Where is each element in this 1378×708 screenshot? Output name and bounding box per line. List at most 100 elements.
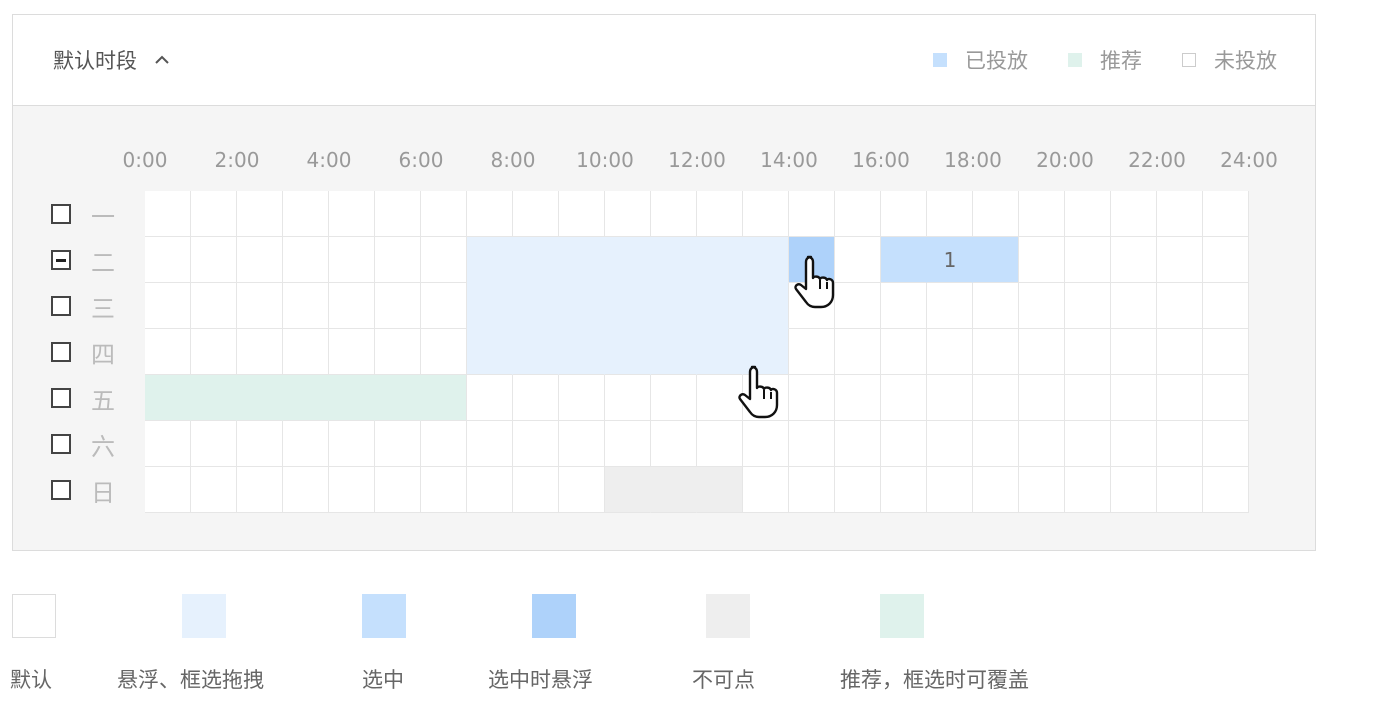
time-cell[interactable] — [421, 237, 467, 283]
time-cell[interactable] — [191, 237, 237, 283]
time-cell[interactable] — [191, 467, 237, 513]
time-cell[interactable] — [927, 283, 973, 329]
time-cell[interactable] — [145, 467, 191, 513]
time-cell[interactable] — [559, 237, 605, 283]
time-cell[interactable] — [973, 191, 1019, 237]
time-cell[interactable] — [1019, 191, 1065, 237]
time-cell[interactable] — [145, 283, 191, 329]
time-cell[interactable] — [1203, 283, 1249, 329]
time-cell[interactable] — [1157, 375, 1203, 421]
time-cell[interactable] — [1203, 467, 1249, 513]
time-cell[interactable] — [927, 421, 973, 467]
time-cell[interactable] — [1111, 467, 1157, 513]
time-cell[interactable] — [1111, 283, 1157, 329]
time-cell[interactable] — [1157, 329, 1203, 375]
time-cell[interactable] — [1065, 191, 1111, 237]
day-checkbox[interactable] — [51, 250, 71, 270]
time-cell[interactable] — [789, 191, 835, 237]
time-cell[interactable] — [421, 329, 467, 375]
time-cell[interactable] — [605, 329, 651, 375]
time-cell[interactable] — [467, 467, 513, 513]
time-cell[interactable] — [559, 283, 605, 329]
time-cell[interactable] — [237, 329, 283, 375]
time-cell[interactable] — [743, 191, 789, 237]
period-toggle[interactable]: 默认时段 — [53, 45, 173, 75]
time-cell[interactable] — [789, 421, 835, 467]
time-cell[interactable] — [973, 283, 1019, 329]
time-cell[interactable] — [1203, 421, 1249, 467]
time-cell[interactable] — [421, 191, 467, 237]
time-cell[interactable] — [1157, 467, 1203, 513]
time-cell[interactable] — [743, 467, 789, 513]
time-cell[interactable] — [973, 421, 1019, 467]
time-cell[interactable] — [697, 191, 743, 237]
time-cell[interactable] — [237, 375, 283, 421]
time-cell[interactable] — [145, 237, 191, 283]
time-cell[interactable] — [1157, 421, 1203, 467]
time-cell[interactable] — [1019, 329, 1065, 375]
time-cell[interactable] — [559, 421, 605, 467]
time-cell[interactable] — [375, 283, 421, 329]
time-cell[interactable] — [421, 283, 467, 329]
time-cell[interactable] — [835, 237, 881, 283]
time-cell[interactable] — [1065, 283, 1111, 329]
time-cell[interactable] — [789, 375, 835, 421]
time-cell[interactable] — [743, 237, 789, 283]
time-cell[interactable] — [1019, 375, 1065, 421]
time-cell[interactable] — [237, 237, 283, 283]
day-checkbox[interactable] — [51, 296, 71, 316]
time-cell[interactable] — [1019, 237, 1065, 283]
time-cell[interactable] — [1065, 375, 1111, 421]
time-cell[interactable] — [329, 421, 375, 467]
time-cell[interactable] — [1019, 421, 1065, 467]
time-cell[interactable] — [835, 375, 881, 421]
time-cell[interactable] — [513, 467, 559, 513]
time-cell[interactable] — [651, 375, 697, 421]
time-cell[interactable] — [835, 421, 881, 467]
time-cell[interactable] — [513, 283, 559, 329]
time-cell[interactable] — [651, 283, 697, 329]
time-cell[interactable] — [789, 467, 835, 513]
time-cell[interactable] — [1203, 191, 1249, 237]
time-cell[interactable] — [559, 329, 605, 375]
time-cell[interactable] — [329, 375, 375, 421]
time-cell[interactable] — [467, 421, 513, 467]
time-cell[interactable] — [881, 237, 927, 283]
time-cell[interactable] — [1111, 421, 1157, 467]
time-cell[interactable] — [283, 237, 329, 283]
time-cell[interactable] — [421, 375, 467, 421]
time-cell[interactable] — [237, 467, 283, 513]
time-cell[interactable] — [191, 421, 237, 467]
time-cell[interactable] — [1065, 467, 1111, 513]
time-cell[interactable] — [651, 329, 697, 375]
time-cell[interactable] — [513, 421, 559, 467]
time-cell[interactable] — [283, 329, 329, 375]
time-cell[interactable] — [605, 375, 651, 421]
time-cell[interactable] — [191, 375, 237, 421]
time-cell[interactable] — [743, 421, 789, 467]
time-cell[interactable] — [375, 467, 421, 513]
time-cell[interactable] — [1019, 283, 1065, 329]
time-cell[interactable] — [467, 237, 513, 283]
time-cell[interactable] — [651, 191, 697, 237]
time-cell[interactable] — [329, 467, 375, 513]
time-cell[interactable] — [1065, 421, 1111, 467]
day-checkbox[interactable] — [51, 342, 71, 362]
time-cell[interactable] — [145, 421, 191, 467]
time-cell[interactable] — [513, 191, 559, 237]
time-cell[interactable] — [329, 191, 375, 237]
time-cell[interactable] — [559, 467, 605, 513]
time-cell[interactable] — [927, 375, 973, 421]
time-cell[interactable] — [605, 283, 651, 329]
time-cell[interactable] — [237, 191, 283, 237]
time-cell[interactable] — [375, 421, 421, 467]
time-cell[interactable] — [1111, 237, 1157, 283]
time-cell[interactable] — [283, 421, 329, 467]
time-cell[interactable] — [605, 191, 651, 237]
time-cell[interactable] — [329, 283, 375, 329]
time-cell[interactable] — [605, 421, 651, 467]
time-cell[interactable] — [283, 375, 329, 421]
day-checkbox[interactable] — [51, 388, 71, 408]
time-cell[interactable] — [1157, 237, 1203, 283]
time-cell[interactable] — [927, 467, 973, 513]
